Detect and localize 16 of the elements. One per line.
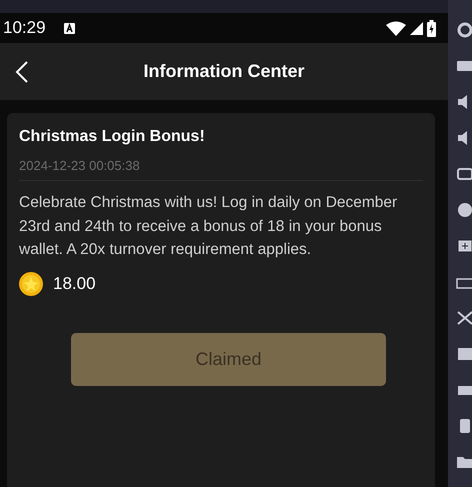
plus-icon[interactable]: [456, 238, 472, 254]
back-icon[interactable]: [15, 60, 29, 84]
screen-icon[interactable]: [456, 166, 472, 182]
wifi-icon: [386, 20, 406, 36]
folder-icon[interactable]: [456, 454, 472, 470]
message-timestamp: 2024-12-23 00:05:38: [19, 158, 141, 173]
battery-icon: [427, 20, 436, 36]
coin-icon: [19, 272, 43, 296]
bonus-amount: 18.00: [53, 274, 96, 294]
message-body: Celebrate Christmas with us! Log in daily on December 23rd and 24th to receive a bonus of 18 in your bonus wallet. A 20x turnover requirement applies.: [19, 193, 398, 260]
page-title: Information Center: [143, 61, 304, 82]
notification-icon: [64, 22, 75, 34]
message-title: Christmas Login Bonus!: [19, 128, 206, 146]
status-time: 10:29: [3, 18, 46, 38]
signal-icon: [410, 22, 423, 34]
scissors-icon[interactable]: [456, 310, 472, 326]
